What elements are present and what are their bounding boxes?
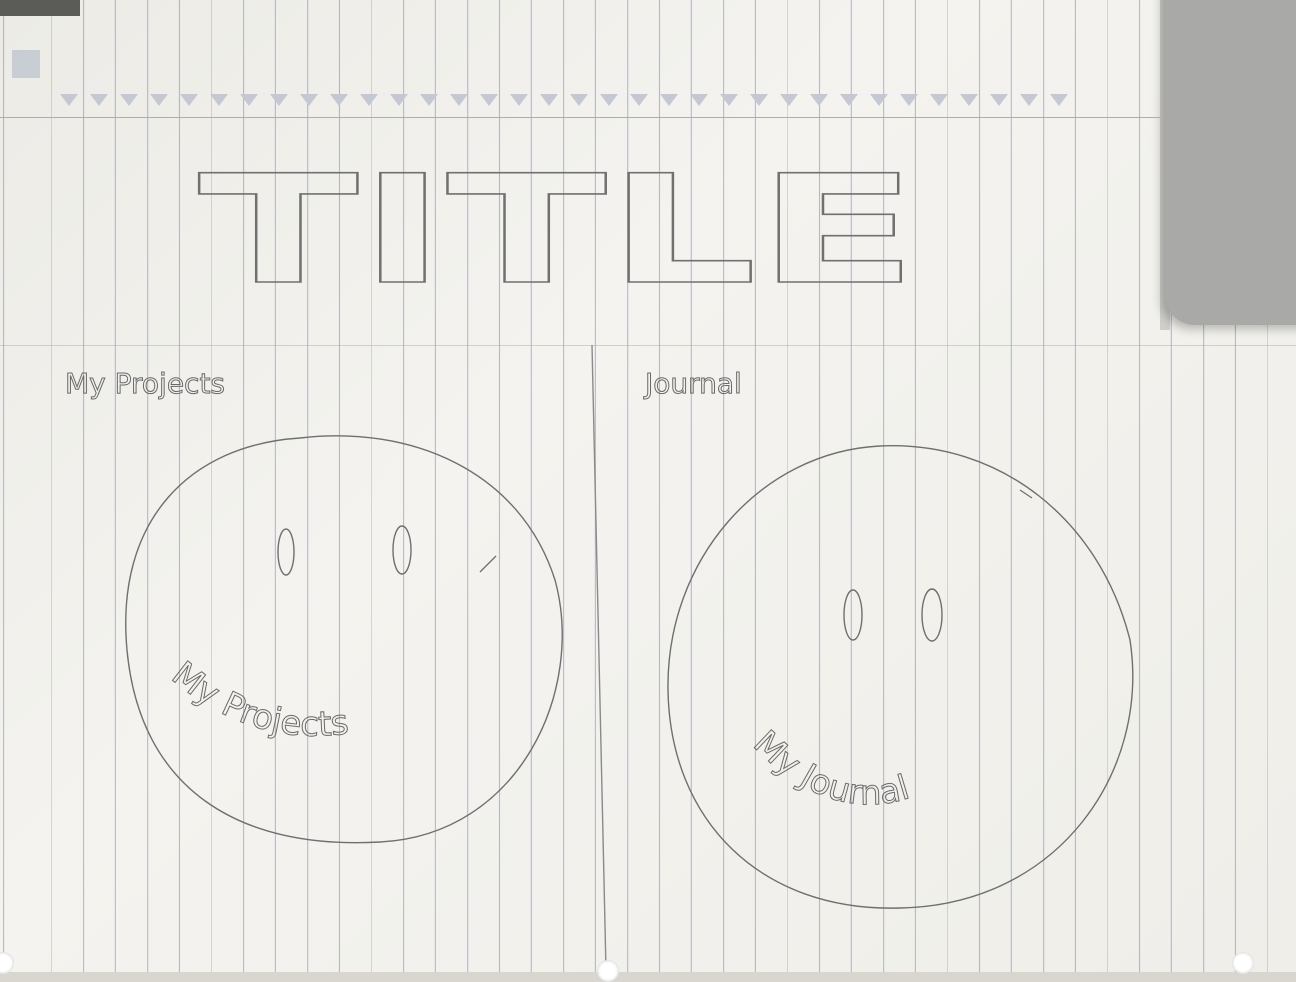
- left-eye-icon: [277, 528, 295, 576]
- page-title: TITLE: [197, 143, 919, 319]
- left-eye-icon: [843, 589, 863, 641]
- vertical-divider: [591, 344, 607, 971]
- stray-pencil-mark: [1019, 489, 1033, 499]
- my-journal-circle-label: My Journal: [746, 723, 914, 814]
- my-projects-section-label: My Projects: [65, 367, 225, 400]
- punch-hole: [597, 960, 619, 982]
- my-journal-circle-outline: [667, 445, 1134, 909]
- right-eye-icon: [921, 588, 943, 642]
- my-projects-circle-outline: [125, 435, 563, 844]
- my-projects-circle-label: My Projects: [164, 654, 350, 745]
- page-title-text: TITLE: [198, 144, 918, 318]
- my-projects-circle-button[interactable]: My Projects: [125, 435, 563, 844]
- my-journal-circle-button[interactable]: My Journal: [667, 445, 1134, 909]
- stray-pencil-mark: [479, 555, 497, 573]
- journal-section-label: Journal: [643, 367, 742, 400]
- punch-hole: [1232, 952, 1254, 974]
- right-eye-icon: [392, 525, 412, 575]
- pencil-sketch: TITLE My Projects Journal My Projects My…: [65, 143, 1134, 971]
